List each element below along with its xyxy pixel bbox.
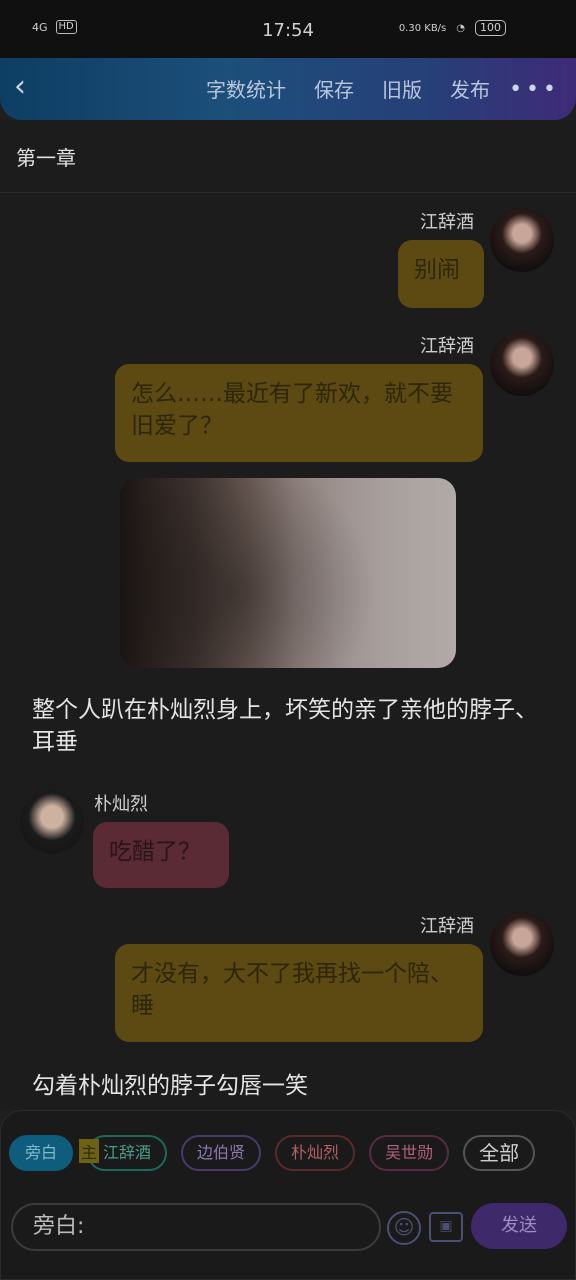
chip-all[interactable]: 全部 — [463, 1135, 536, 1171]
avatar[interactable] — [490, 912, 554, 976]
message-text: 才没有，大不了我再找一个陪、睡 — [131, 961, 453, 1019]
chat-content: 第一章 江辞酒 别闹 江辞酒 怎么……最近有了新欢，就不要旧爱了？ 整个人趴在朴… — [0, 120, 576, 1110]
message-image[interactable] — [120, 478, 456, 668]
image-shade — [120, 478, 456, 668]
avatar[interactable] — [20, 790, 84, 854]
wifi-icon: ◔ — [456, 22, 465, 34]
battery-indicator: 100 — [475, 20, 506, 36]
speaker-name: 江辞酒 — [420, 336, 474, 357]
speaker-name: 江辞酒 — [420, 916, 474, 937]
top-nav: ‹ 字数统计 保存 旧版 发布 ••• — [0, 58, 576, 120]
avatar[interactable] — [490, 332, 554, 396]
message-bubble[interactable]: 才没有，大不了我再找一个陪、睡 — [115, 944, 483, 1042]
narration-text[interactable]: 整个人趴在朴灿烈身上，坏笑的亲了亲他的脖子、耳垂 — [32, 694, 542, 758]
message-bubble[interactable]: 别闹 — [398, 240, 484, 308]
more-icon[interactable]: ••• — [509, 77, 560, 102]
publish-button[interactable]: 发布 — [450, 74, 490, 103]
old-version-button[interactable]: 旧版 — [382, 74, 422, 103]
chip-jiangcijiu[interactable]: 江辞酒 — [87, 1135, 168, 1171]
nav-actions: 字数统计 保存 旧版 发布 — [206, 74, 490, 103]
message-text: 吃醋了？ — [109, 839, 201, 865]
chapter-title[interactable]: 第一章 — [16, 142, 76, 171]
send-button[interactable]: 发送 — [471, 1203, 567, 1249]
status-bar: 4G HD 17:54 0.30 KB/s ◔ 100 — [0, 0, 576, 58]
message-input[interactable]: 旁白: — [11, 1203, 381, 1251]
main-role-badge: 主 — [79, 1139, 100, 1163]
back-icon[interactable]: ‹ — [14, 72, 46, 104]
save-button[interactable]: 保存 — [314, 74, 354, 103]
chip-narration[interactable]: 旁白 — [9, 1135, 74, 1171]
chip-bianboxian[interactable]: 边伯贤 — [181, 1135, 262, 1171]
message-bubble[interactable]: 吃醋了？ — [93, 822, 229, 888]
chip-puchanlie[interactable]: 朴灿烈 — [275, 1135, 356, 1171]
chip-wushixun[interactable]: 吴世勋 — [369, 1135, 450, 1171]
divider — [0, 192, 576, 193]
avatar[interactable] — [490, 208, 554, 272]
message-text: 怎么……最近有了新欢，就不要旧爱了？ — [131, 381, 453, 439]
composer-panel: 旁白 江辞酒 边伯贤 朴灿烈 吴世勋 全部 主 旁白: ☺ ▣ 发送 — [0, 1110, 576, 1280]
message-text: 别闹 — [414, 257, 460, 283]
message-bubble[interactable]: 怎么……最近有了新欢，就不要旧爱了？ — [115, 364, 483, 462]
image-icon[interactable]: ▣ — [429, 1212, 463, 1242]
narration-text[interactable]: 勾着朴灿烈的脖子勾唇一笑 — [32, 1070, 542, 1102]
speaker-name: 朴灿烈 — [94, 794, 148, 815]
word-count-button[interactable]: 字数统计 — [206, 74, 286, 103]
network-speed: 0.30 KB/s — [398, 22, 447, 34]
speaker-name: 江辞酒 — [420, 212, 474, 233]
status-right: 0.30 KB/s ◔ 100 — [399, 20, 506, 36]
emoji-icon[interactable]: ☺ — [387, 1211, 421, 1245]
